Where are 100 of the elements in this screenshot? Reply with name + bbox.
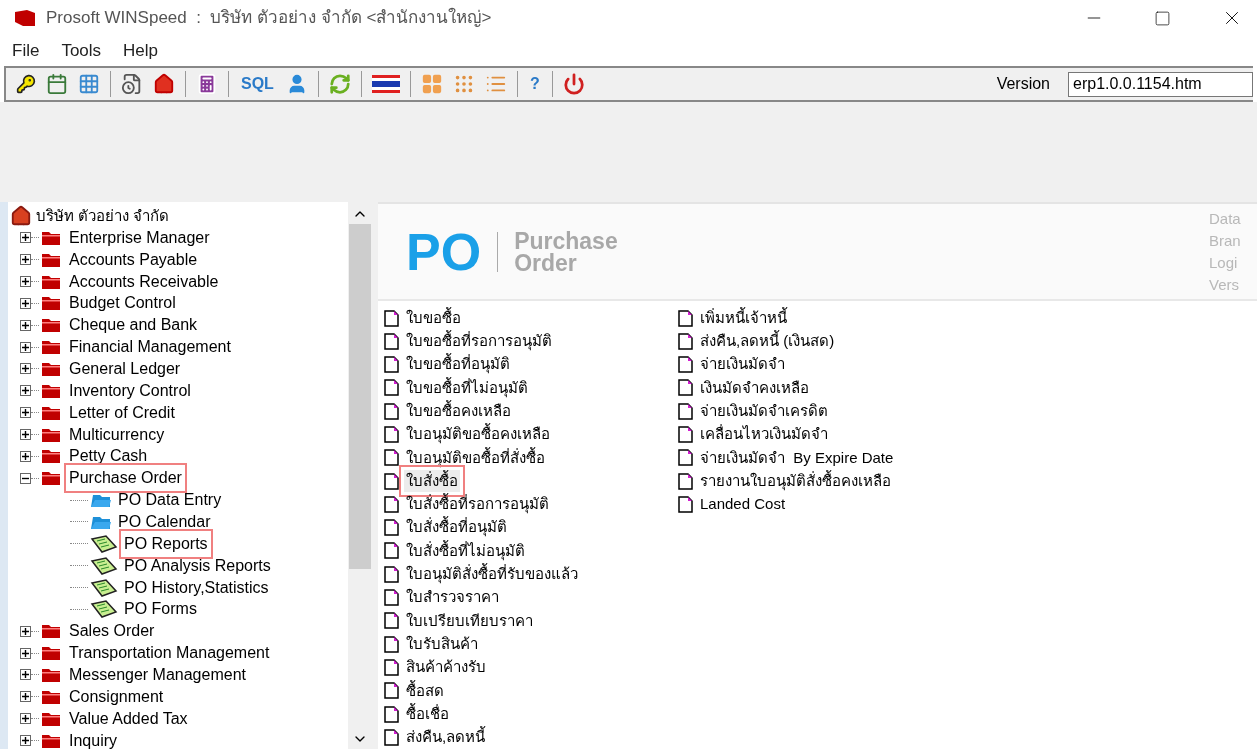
expand-icon[interactable] — [20, 319, 31, 331]
tree-item[interactable]: Accounts Payable — [67, 247, 200, 272]
folder-icon — [41, 382, 61, 399]
document-icon — [384, 612, 399, 630]
document-icon — [678, 309, 693, 327]
report-link[interactable]: ใบขอซื้อคงเหลือ — [404, 399, 513, 423]
report-icon — [90, 600, 118, 619]
module-title: Purchase — [514, 229, 618, 252]
expand-icon[interactable] — [20, 669, 31, 681]
tree-item[interactable]: PO Reports — [122, 531, 210, 556]
toolbar-button[interactable]: SQL — [239, 72, 276, 96]
tree-item[interactable]: Multicurrency — [67, 422, 167, 447]
home-icon[interactable] — [153, 73, 175, 95]
report-link[interactable]: ใบอนุมัติขอซื้อคงเหลือ — [404, 423, 552, 446]
report-link[interactable]: จ่ายเงินมัดจำ By Expire Date — [698, 446, 896, 470]
tree-item[interactable]: PO Analysis Reports — [122, 553, 273, 578]
grid-icon[interactable] — [78, 73, 100, 95]
report-link[interactable]: ใบขอซื้อที่รอการอนุมัติ — [404, 330, 554, 353]
report-link[interactable]: ส่งคืน,ลดหนี้ — [404, 726, 488, 749]
folder-icon — [41, 623, 61, 640]
info-label: Vers — [1209, 275, 1240, 295]
report-link[interactable]: ใบสั่งซื้อที่อนุมัติ — [404, 516, 509, 539]
version-field[interactable]: erp1.0.0.1154.htm — [1068, 71, 1253, 97]
report-link[interactable]: ใบอนุมัติขอซื้อที่สั่งซื้อ — [404, 446, 547, 470]
expand-icon[interactable] — [20, 363, 31, 375]
folder-icon — [41, 229, 61, 246]
folder-icon — [41, 317, 61, 334]
tree-item[interactable]: PO History,Statistics — [122, 575, 271, 600]
power-icon[interactable] — [562, 73, 585, 95]
report-link[interactable]: ใบขอซื้อที่อนุมัติ — [404, 353, 512, 376]
tree-item[interactable]: Messenger Management — [67, 663, 248, 687]
document-icon — [384, 519, 399, 537]
expand-icon[interactable] — [20, 385, 31, 397]
report-link[interactable]: ใบขอซื้อ — [404, 306, 463, 330]
expand-icon[interactable] — [20, 254, 31, 266]
document-icon — [384, 589, 399, 607]
tree-item[interactable]: Inventory Control — [67, 378, 193, 403]
tree-item[interactable]: PO Forms — [122, 597, 199, 622]
collapse-icon[interactable] — [20, 472, 31, 484]
expand-icon[interactable] — [20, 297, 31, 309]
report-link[interactable]: เงินมัดจำคงเหลือ — [698, 376, 811, 400]
maximize-icon[interactable] — [1154, 9, 1171, 27]
menu-item[interactable]: File — [12, 38, 40, 64]
document-icon — [678, 449, 693, 467]
tree-item[interactable]: Value Added Tax — [67, 706, 190, 731]
module-title: Order — [514, 251, 578, 274]
expand-icon[interactable] — [20, 232, 31, 244]
tree-item[interactable]: Consignment — [67, 684, 166, 709]
key-icon[interactable] — [16, 74, 36, 94]
menu-item[interactable]: Help — [123, 38, 159, 64]
tree-item[interactable]: Sales Order — [67, 619, 157, 644]
expand-icon[interactable] — [20, 735, 31, 747]
tiles-icon[interactable] — [420, 73, 443, 95]
report-link[interactable]: ซื้อสด — [404, 679, 446, 702]
expand-icon[interactable] — [20, 713, 31, 725]
tree-item[interactable]: Petty Cash — [67, 444, 150, 469]
document-icon — [384, 402, 399, 420]
report-link[interactable]: สินค้าค้างรับ — [404, 656, 488, 679]
tree-item[interactable]: Enterprise Manager — [67, 225, 212, 250]
report-link[interactable]: เคลื่อนไหวเงินมัดจำ — [698, 423, 830, 446]
report-link[interactable]: เพิ่มหนี้เจ้าหนี้ — [698, 306, 789, 330]
expand-icon[interactable] — [20, 625, 31, 637]
report-link[interactable]: ซื้อเชื่อ — [404, 702, 451, 726]
report-link[interactable]: จ่ายเงินมัดจำ — [698, 353, 787, 376]
report-link[interactable]: ใบขอซื้อที่ไม่อนุมัติ — [404, 376, 530, 400]
flag-icon[interactable] — [371, 75, 400, 93]
history-icon[interactable] — [121, 73, 143, 95]
toolbar-button[interactable]: ? — [527, 72, 542, 96]
tree-item[interactable]: Cheque and Bank — [67, 313, 200, 338]
folder-icon — [41, 448, 61, 465]
tree-item[interactable]: Accounts Receivable — [67, 269, 221, 294]
calendar-icon[interactable] — [46, 73, 68, 95]
report-link[interactable]: จ่ายเงินมัดจำเครดิต — [698, 399, 830, 423]
expand-icon[interactable] — [20, 407, 31, 419]
report-link[interactable]: ใบสำรวจราคา — [404, 586, 501, 609]
expand-icon[interactable] — [20, 276, 31, 287]
document-icon — [384, 658, 399, 676]
tree-item[interactable]: Budget Control — [67, 291, 178, 316]
expand-icon[interactable] — [20, 341, 31, 353]
report-link[interactable]: ใบเปรียบเทียบราคา — [404, 609, 535, 633]
report-link[interactable]: ใบรับสินค้า — [404, 632, 480, 656]
tree-item[interactable]: Inquiry — [67, 728, 120, 749]
expand-icon[interactable] — [20, 691, 31, 703]
tree-item[interactable]: Transportation Management — [67, 641, 272, 666]
expand-icon[interactable] — [20, 647, 31, 659]
calculator-icon[interactable] — [196, 73, 218, 95]
document-icon — [384, 728, 399, 746]
expand-icon[interactable] — [20, 429, 31, 440]
scrollbar[interactable] — [348, 202, 372, 749]
tree-item[interactable]: Letter of Credit — [67, 400, 177, 425]
report-link[interactable]: Landed Cost — [698, 493, 788, 516]
report-link[interactable]: ใบสั่งซื้อที่รอการอนุมัติ — [404, 493, 551, 516]
report-link[interactable]: ใบสั่งซื้อที่ไม่อนุมัติ — [404, 539, 527, 563]
tree-item[interactable]: Purchase Order — [67, 466, 184, 491]
menu-item[interactable]: Tools — [61, 38, 102, 64]
report-link[interactable]: ใบอนุมัติสั่งซื้อที่รับของแล้ว — [404, 563, 580, 586]
report-link[interactable]: ส่งคืน,ลดหนี้ (เงินสด) — [698, 330, 837, 353]
expand-icon[interactable] — [20, 450, 31, 462]
tree-item[interactable]: บริษัท ตัวอย่าง จำกัด — [36, 204, 170, 228]
report-link[interactable]: รายงานใบอนุมัติสั่งซื้อคงเหลือ — [698, 469, 893, 493]
